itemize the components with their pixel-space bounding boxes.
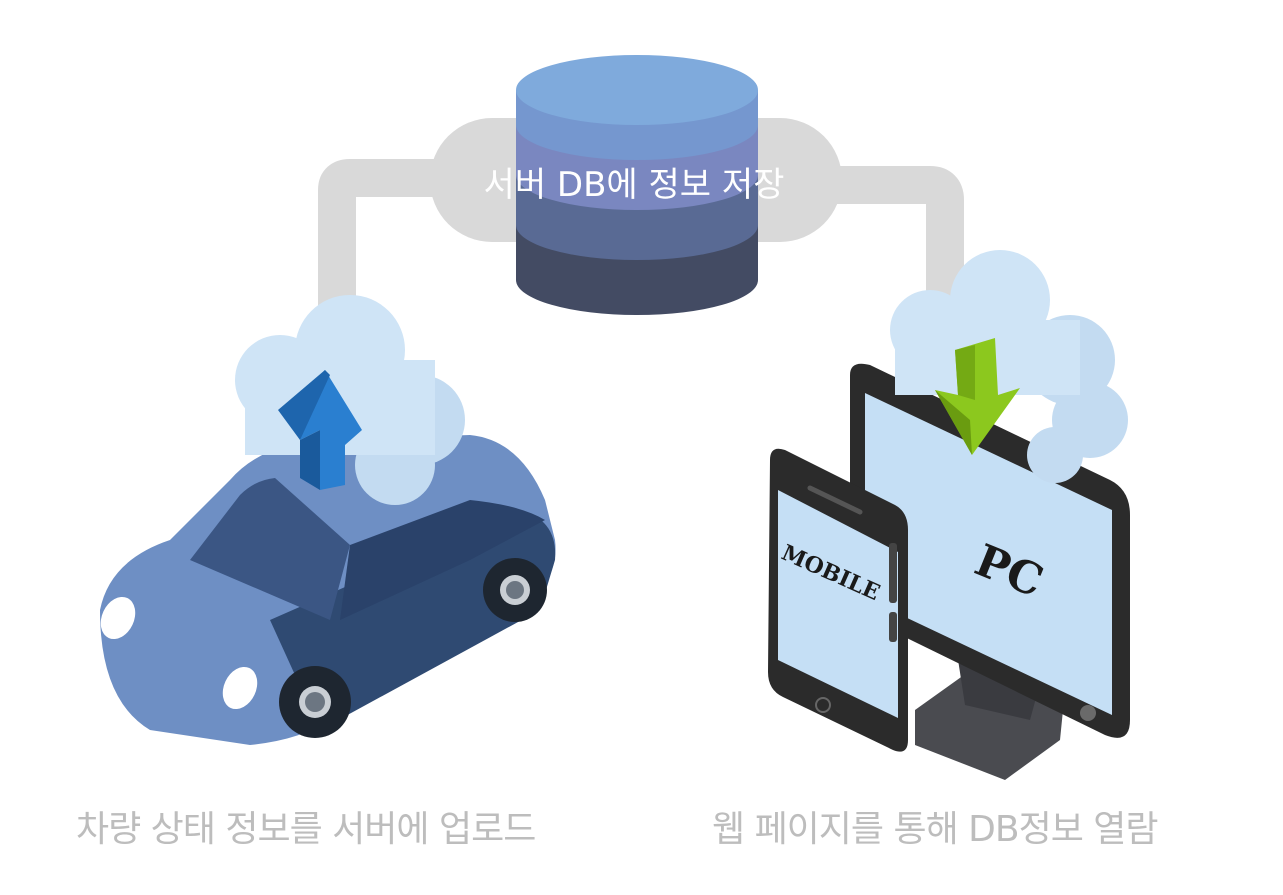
devices-caption: 웹 페이지를 통해 DB정보 열람 [712, 809, 1159, 850]
car-caption: 차량 상태 정보를 서버에 업로드 [76, 809, 536, 850]
server-label: 서버 DB에 정보 저장 [484, 165, 785, 205]
diagram: 서버 DB에 정보 저장 PC MOBILE [100, 55, 1130, 780]
